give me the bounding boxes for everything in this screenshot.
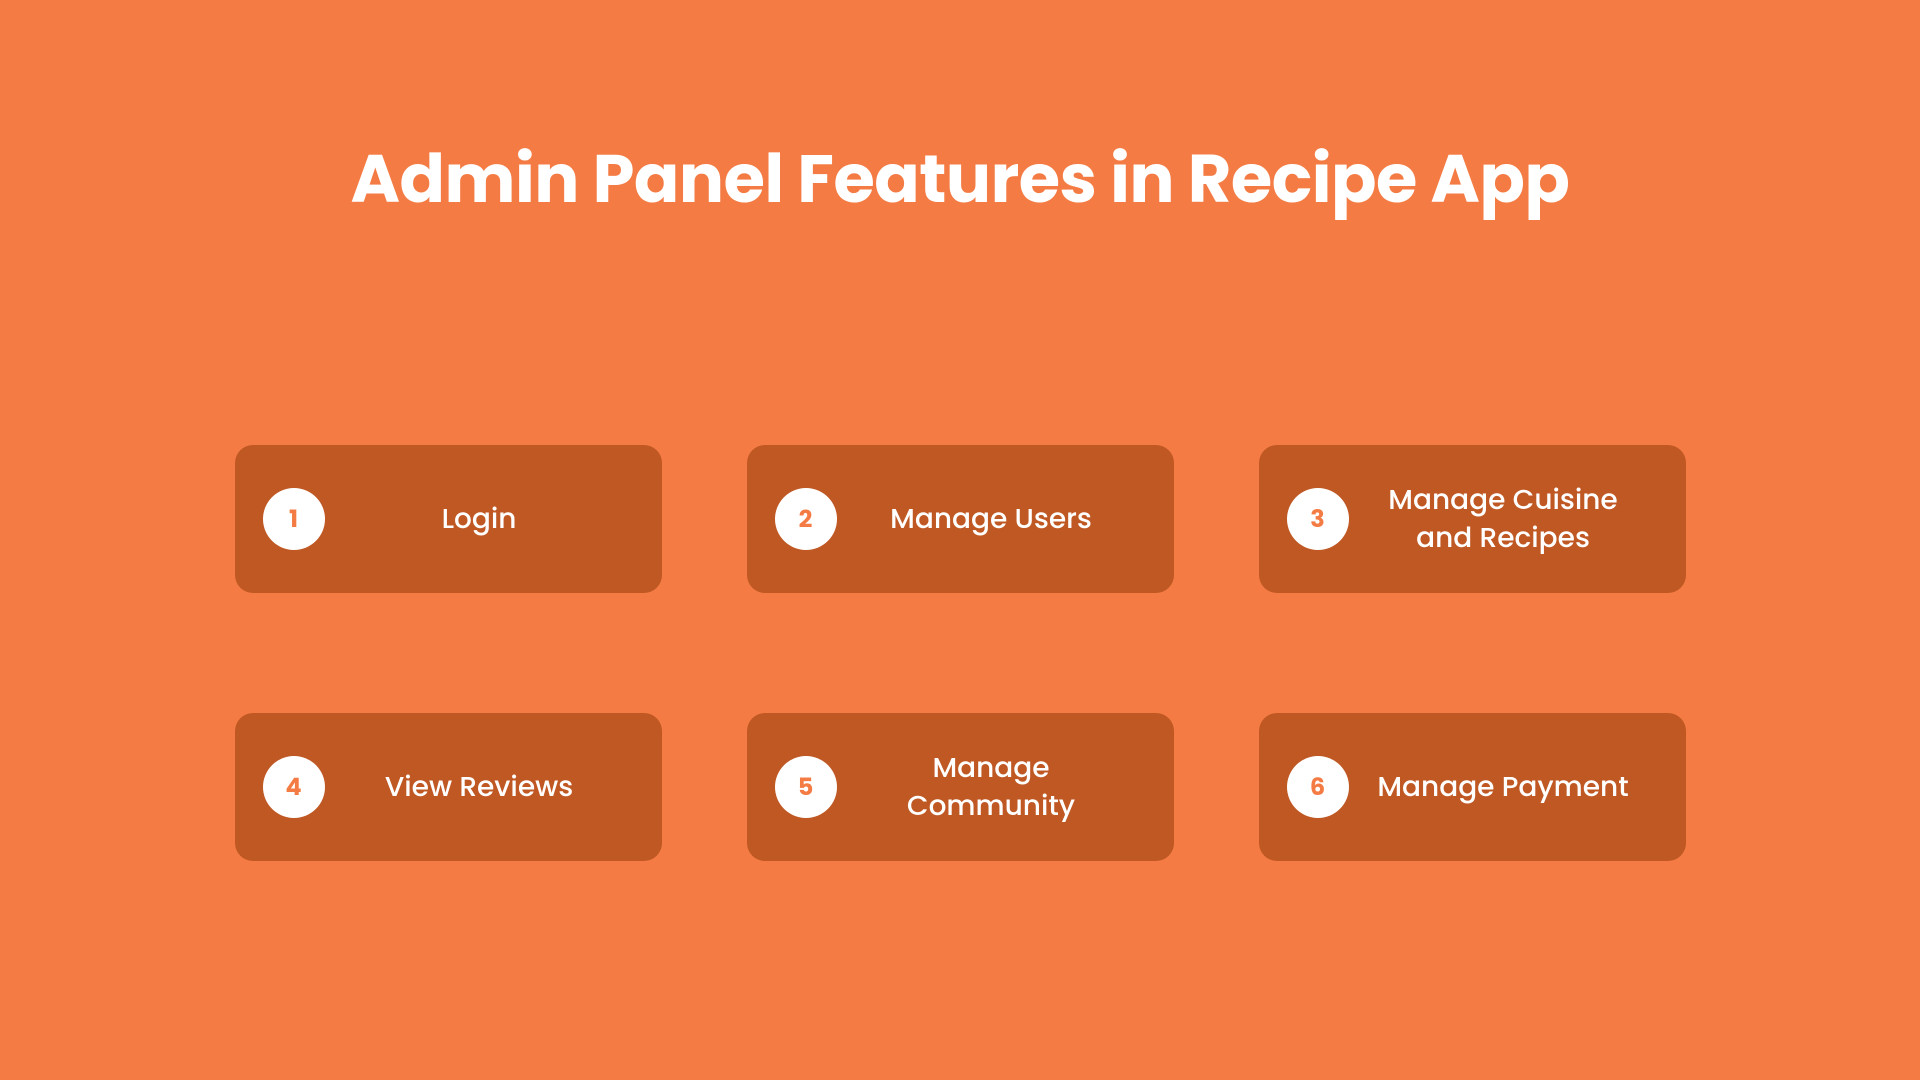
page-title: Admin Panel Features in Recipe App [351, 130, 1570, 230]
feature-number: 4 [285, 770, 301, 805]
number-circle: 3 [1287, 488, 1349, 550]
number-circle: 4 [263, 756, 325, 818]
feature-label: View Reviews [325, 768, 634, 806]
feature-label: Manage Cuisine and Recipes [1349, 481, 1658, 557]
feature-card-manage-users: 2 Manage Users [747, 445, 1174, 593]
number-circle: 6 [1287, 756, 1349, 818]
feature-card-manage-cuisine: 3 Manage Cuisine and Recipes [1259, 445, 1686, 593]
slide-container: Admin Panel Features in Recipe App 1 Log… [0, 0, 1920, 1080]
feature-card-view-reviews: 4 View Reviews [235, 713, 662, 861]
features-grid: 1 Login 2 Manage Users 3 Manage Cuisine … [235, 445, 1686, 861]
feature-number: 1 [289, 502, 298, 537]
feature-card-manage-community: 5 Manage Community [747, 713, 1174, 861]
feature-label: Manage Users [837, 500, 1146, 538]
feature-number: 6 [1310, 770, 1325, 805]
feature-card-manage-payment: 6 Manage Payment [1259, 713, 1686, 861]
feature-number: 2 [799, 502, 813, 537]
number-circle: 2 [775, 488, 837, 550]
number-circle: 5 [775, 756, 837, 818]
feature-number: 3 [1310, 502, 1325, 537]
feature-label: Manage Community [837, 749, 1146, 825]
feature-label: Manage Payment [1349, 768, 1658, 806]
feature-number: 5 [798, 770, 814, 805]
feature-card-login: 1 Login [235, 445, 662, 593]
feature-label: Login [325, 500, 634, 538]
number-circle: 1 [263, 488, 325, 550]
